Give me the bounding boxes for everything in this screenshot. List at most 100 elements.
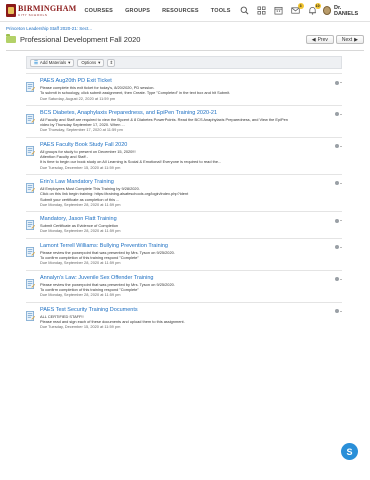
search-icon[interactable] xyxy=(240,6,249,15)
item-title-link[interactable]: Mandatory, Jason Flatt Training xyxy=(40,216,342,222)
support-chat-button[interactable]: S xyxy=(341,443,358,460)
nav-courses[interactable]: COURSES xyxy=(84,8,113,14)
list-item: PAES Aug20th PD Exit Ticket Please comple… xyxy=(26,73,342,105)
nav-icons: 3 10 xyxy=(240,3,321,15)
notifications-count-badge: 10 xyxy=(314,3,321,9)
prev-label: Prev xyxy=(317,36,328,43)
assignment-icon xyxy=(26,244,35,257)
chevron-down-icon: ▾ xyxy=(98,59,101,65)
nav-links: COURSES GROUPS RESOURCES TOOLS xyxy=(84,8,230,14)
item-due-date: Due Monday, September 28, 2020 at 11:59 … xyxy=(40,292,121,298)
page-header: Princeton Leadership Staff 2020-21: Sect… xyxy=(0,22,370,51)
gear-icon xyxy=(335,80,339,85)
inbox-icon[interactable]: 3 xyxy=(290,3,304,15)
options-button[interactable]: Options ▾ xyxy=(77,58,105,67)
sort-arrows-icon: ⇕ xyxy=(109,59,114,65)
item-gear-menu[interactable] xyxy=(335,309,342,314)
gear-icon xyxy=(335,309,339,314)
caret-down-icon xyxy=(340,246,342,248)
gear-icon xyxy=(335,218,339,223)
sort-button[interactable]: ⇕ xyxy=(107,58,116,67)
list-item: PAES Faculty Book Study Fall 2020 All gro… xyxy=(26,136,342,174)
item-gear-menu[interactable] xyxy=(335,218,342,223)
list-item: Annalyn's Law: Juvenile Sex Offender Tra… xyxy=(26,269,342,302)
item-gear-menu[interactable] xyxy=(335,112,342,117)
assignment-icon xyxy=(26,79,35,92)
district-emblem-icon xyxy=(6,4,16,17)
assignment-icon xyxy=(26,111,35,124)
item-due-date: Due Monday, September 28, 2020 at 11:59 … xyxy=(40,228,121,234)
item-gear-menu[interactable] xyxy=(335,277,342,282)
item-title-link[interactable]: PAES Aug20th PD Exit Ticket xyxy=(40,78,342,84)
item-title-link[interactable]: Annalyn's Law: Juvenile Sex Offender Tra… xyxy=(40,275,342,281)
list-item: Erin's Law Mandatory Training All Employe… xyxy=(26,173,342,211)
add-materials-label: Add Materials xyxy=(39,60,67,65)
item-gear-menu[interactable] xyxy=(335,80,342,85)
item-gear-menu[interactable] xyxy=(335,245,342,250)
nav-tools[interactable]: TOOLS xyxy=(211,8,231,14)
calendar-icon[interactable] xyxy=(274,6,283,15)
gear-icon xyxy=(335,181,339,186)
top-navigation: BIRMINGHAM CITY SCHOOLS COURSES GROUPS R… xyxy=(0,0,370,22)
nav-groups[interactable]: GROUPS xyxy=(125,8,150,14)
gear-icon xyxy=(335,144,339,149)
assignment-icon xyxy=(26,180,35,193)
next-button[interactable]: Next ▶ xyxy=(335,35,364,44)
gear-icon xyxy=(335,277,339,282)
item-title-link[interactable]: PAES Faculty Book Study Fall 2020 xyxy=(40,142,342,148)
logo-subtitle: CITY SCHOOLS xyxy=(18,12,48,17)
item-title-link[interactable]: BCS Diabetes, Anaphylaxis Preparedness, … xyxy=(40,110,342,116)
item-due-date: Due Monday, September 28, 2020 at 11:59 … xyxy=(40,260,121,266)
gear-icon xyxy=(335,245,339,250)
caret-down-icon xyxy=(340,220,342,222)
item-title-link[interactable]: Lamont Terrell Williams: Bullying Preven… xyxy=(40,243,342,249)
notifications-icon[interactable]: 10 xyxy=(308,3,321,15)
caret-down-icon xyxy=(340,145,342,147)
chevron-down-icon: ▾ xyxy=(68,59,71,65)
apps-grid-icon[interactable] xyxy=(257,6,266,15)
list-item: Mandatory, Jason Flatt Training Submit Ce… xyxy=(26,211,342,238)
item-gear-menu[interactable] xyxy=(335,181,342,186)
materials-toolbar: ☰ Add Materials ▾ Options ▾ ⇕ xyxy=(26,56,342,69)
user-name: Dr. DANIELS xyxy=(333,4,359,17)
folder-pager: ◀ Prev Next ▶ xyxy=(305,35,364,44)
item-title-link[interactable]: Erin's Law Mandatory Training xyxy=(40,179,342,185)
options-label: Options xyxy=(81,60,97,65)
next-label: Next xyxy=(341,36,353,43)
caret-down-icon xyxy=(340,310,342,312)
chevron-left-icon: ◀ xyxy=(311,36,316,43)
add-materials-icon: ☰ xyxy=(34,59,38,65)
avatar xyxy=(322,6,331,15)
assignment-icon xyxy=(26,276,35,289)
materials-list: PAES Aug20th PD Exit Ticket Please comple… xyxy=(0,73,370,333)
breadcrumb[interactable]: Princeton Leadership Staff 2020-21: Sect… xyxy=(6,26,364,31)
list-item: PAES Test Security Training Documents ALL… xyxy=(26,301,342,334)
assignment-icon xyxy=(26,308,35,321)
district-logo[interactable]: BIRMINGHAM CITY SCHOOLS xyxy=(6,4,76,17)
folder-icon xyxy=(6,34,16,43)
item-title-link[interactable]: PAES Test Security Training Documents xyxy=(40,307,342,313)
header-divider xyxy=(6,50,364,51)
list-item: Lamont Terrell Williams: Bullying Preven… xyxy=(26,237,342,270)
list-item: BCS Diabetes, Anaphylaxis Preparedness, … xyxy=(26,104,342,137)
user-menu[interactable]: Dr. DANIELS xyxy=(322,4,364,17)
caret-down-icon xyxy=(340,182,342,184)
item-due-date: Due Tuesday, December 15, 2020 at 11:59 … xyxy=(40,324,121,330)
caret-down-icon xyxy=(340,278,342,280)
item-gear-menu[interactable] xyxy=(335,144,342,149)
logo-name: BIRMINGHAM xyxy=(18,3,77,13)
item-due-date: Due Tuesday, December 15, 2020 at 11:59 … xyxy=(40,164,121,170)
prev-button[interactable]: ◀ Prev xyxy=(305,35,334,44)
page-title: Professional Development Fall 2020 xyxy=(20,35,141,44)
gear-icon xyxy=(335,112,339,117)
item-due-date: Due Saturday, August 22, 2020 at 11:59 p… xyxy=(40,95,116,101)
assignment-icon xyxy=(26,217,35,231)
title-bar: Professional Development Fall 2020 ◀ Pre… xyxy=(6,33,364,46)
add-materials-button[interactable]: ☰ Add Materials ▾ xyxy=(30,58,75,67)
assignment-icon xyxy=(26,143,35,156)
caret-down-icon xyxy=(340,113,342,115)
item-due-date: Due Monday, September 28, 2020 at 11:59 … xyxy=(40,201,121,207)
inbox-count-badge: 3 xyxy=(297,3,304,9)
chevron-right-icon: ▶ xyxy=(354,36,358,43)
nav-resources[interactable]: RESOURCES xyxy=(162,8,199,14)
